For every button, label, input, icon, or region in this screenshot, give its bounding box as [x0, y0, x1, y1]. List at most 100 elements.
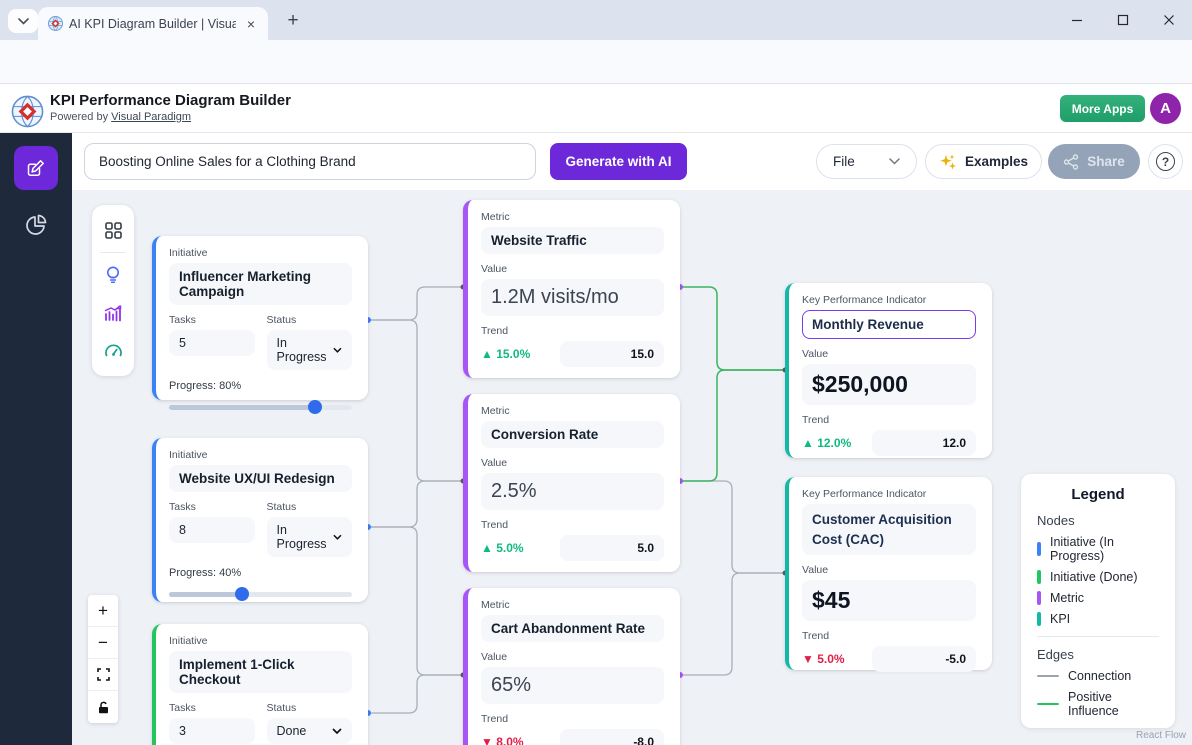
- file-menu-button[interactable]: File: [816, 144, 917, 179]
- fit-view-button[interactable]: [88, 659, 118, 691]
- progress-slider[interactable]: [169, 400, 352, 414]
- sidebar-item-charts[interactable]: [24, 213, 48, 237]
- grid-icon: [104, 221, 123, 240]
- powered-by: Powered by Visual Paradigm: [50, 111, 191, 123]
- lock-button[interactable]: [88, 691, 118, 723]
- tab-close-icon[interactable]: ×: [242, 15, 260, 33]
- window-maximize-button[interactable]: [1108, 8, 1138, 32]
- metric-value[interactable]: 1.2M visits/mo: [481, 279, 664, 316]
- app-user-avatar[interactable]: A: [1150, 93, 1181, 124]
- edit-pencil-icon: [26, 158, 46, 178]
- initiative-name[interactable]: Influencer Marketing Campaign: [169, 263, 352, 305]
- legend-item: Connection: [1037, 669, 1159, 683]
- examples-button[interactable]: Examples: [925, 144, 1042, 179]
- window-minimize-button[interactable]: [1062, 8, 1092, 32]
- legend-item: Metric: [1037, 591, 1159, 605]
- legend-panel: Legend Nodes Initiative (In Progress) In…: [1021, 474, 1175, 728]
- window-close-button[interactable]: [1154, 8, 1184, 32]
- browser-toolbar: ai-toolbox.visual-paradigm.com/app/kpi-p…: [0, 40, 1192, 84]
- progress-label: Progress: 80%: [169, 380, 352, 392]
- tasks-input[interactable]: 3: [169, 718, 255, 744]
- kpi-name[interactable]: Customer Acquisition Cost (CAC): [802, 504, 976, 555]
- palette-metric-button[interactable]: [92, 294, 134, 332]
- status-select[interactable]: In Progress: [267, 330, 353, 370]
- initiative-node-3[interactable]: Initiative Implement 1-Click Checkout Ta…: [152, 624, 368, 745]
- slider-thumb[interactable]: [235, 587, 249, 601]
- status-select[interactable]: In Progress: [267, 517, 353, 557]
- legend-item: Positive Influence: [1037, 690, 1159, 718]
- initiative-node-1[interactable]: Initiative Influencer Marketing Campaign…: [152, 236, 368, 400]
- browser-tab[interactable]: AI KPI Diagram Builder | Visualiz ×: [38, 7, 268, 40]
- share-icon: [1063, 154, 1079, 170]
- metric-node-1[interactable]: Metric Website Traffic Value 1.2M visits…: [463, 200, 680, 378]
- progress-slider[interactable]: [169, 587, 352, 601]
- legend-item: Initiative (Done): [1037, 570, 1159, 584]
- chevron-down-icon: [332, 728, 342, 734]
- kpi-node-1[interactable]: Key Performance Indicator Value $250,000…: [785, 283, 992, 458]
- lock-open-icon: [97, 701, 110, 714]
- trend-value-input[interactable]: 12.0: [872, 430, 976, 456]
- pie-chart-icon: [24, 213, 48, 237]
- legend-item: Initiative (In Progress): [1037, 535, 1159, 563]
- app-logo: [11, 95, 44, 128]
- browser-tab-strip: AI KPI Diagram Builder | Visualiz × +: [0, 0, 1192, 40]
- help-button[interactable]: ?: [1148, 144, 1183, 179]
- sparkles-icon: [939, 153, 957, 171]
- metric-chart-icon: [103, 303, 123, 323]
- palette-divider: [100, 252, 126, 253]
- react-flow-attribution: React Flow: [1136, 730, 1186, 741]
- share-button[interactable]: Share: [1048, 144, 1140, 179]
- trend-badge: ▼ 8.0%: [481, 735, 524, 745]
- initiative-name[interactable]: Website UX/UI Redesign: [169, 465, 352, 492]
- trend-value-input[interactable]: -8.0: [560, 729, 664, 745]
- kpi-value[interactable]: $45: [802, 580, 976, 621]
- page-title: KPI Performance Diagram Builder: [50, 92, 291, 109]
- prompt-input[interactable]: [84, 143, 536, 180]
- fit-view-icon: [97, 668, 110, 681]
- tasks-input[interactable]: 5: [169, 330, 255, 356]
- metric-value[interactable]: 65%: [481, 667, 664, 704]
- chevron-down-icon: [333, 347, 342, 353]
- metric-node-2[interactable]: Metric Conversion Rate Value 2.5% Trend …: [463, 394, 680, 572]
- visual-paradigm-link[interactable]: Visual Paradigm: [111, 111, 191, 123]
- close-icon: [1163, 14, 1175, 26]
- kpi-name-input[interactable]: [802, 310, 976, 339]
- more-apps-button[interactable]: More Apps: [1060, 95, 1145, 122]
- question-mark-icon: ?: [1156, 152, 1175, 171]
- status-select[interactable]: Done: [267, 718, 353, 744]
- palette-kpi-button[interactable]: [92, 332, 134, 370]
- palette-grid-button[interactable]: [92, 211, 134, 249]
- metric-name[interactable]: Cart Abandonment Rate: [481, 615, 664, 642]
- palette-initiative-button[interactable]: [92, 256, 134, 294]
- initiative-node-2[interactable]: Initiative Website UX/UI Redesign Tasks …: [152, 438, 368, 602]
- tab-search-button[interactable]: [8, 9, 38, 33]
- generate-with-ai-button[interactable]: Generate with AI: [550, 143, 687, 180]
- metric-name[interactable]: Conversion Rate: [481, 421, 664, 448]
- legend-item: KPI: [1037, 612, 1159, 626]
- zoom-out-button[interactable]: −: [88, 627, 118, 659]
- trend-value-input[interactable]: 5.0: [560, 535, 664, 561]
- slider-thumb[interactable]: [308, 400, 322, 414]
- zoom-in-button[interactable]: +: [88, 595, 118, 627]
- maximize-icon: [1117, 14, 1129, 26]
- initiative-name[interactable]: Implement 1-Click Checkout: [169, 651, 352, 693]
- trend-value-input[interactable]: 15.0: [560, 341, 664, 367]
- tasks-input[interactable]: 8: [169, 517, 255, 543]
- metric-value[interactable]: 2.5%: [481, 473, 664, 510]
- kpi-node-2[interactable]: Key Performance Indicator Customer Acqui…: [785, 477, 992, 670]
- sidebar-item-editor[interactable]: [14, 146, 58, 190]
- metric-node-3[interactable]: Metric Cart Abandonment Rate Value 65% T…: [463, 588, 680, 745]
- canvas-controls: + −: [88, 595, 118, 723]
- node-palette: [92, 205, 134, 376]
- kpi-value[interactable]: $250,000: [802, 364, 976, 405]
- chevron-down-icon: [18, 18, 29, 25]
- diagram-canvas[interactable]: Initiative Influencer Marketing Campaign…: [72, 190, 1192, 745]
- new-tab-button[interactable]: +: [280, 9, 306, 33]
- minimize-icon: [1071, 14, 1083, 26]
- legend-title: Legend: [1037, 486, 1159, 503]
- trend-badge: ▲ 15.0%: [481, 347, 530, 361]
- metric-name[interactable]: Website Traffic: [481, 227, 664, 254]
- favicon-icon: [48, 16, 63, 31]
- trend-value-input[interactable]: -5.0: [872, 646, 976, 672]
- trend-badge: ▲ 12.0%: [802, 436, 851, 450]
